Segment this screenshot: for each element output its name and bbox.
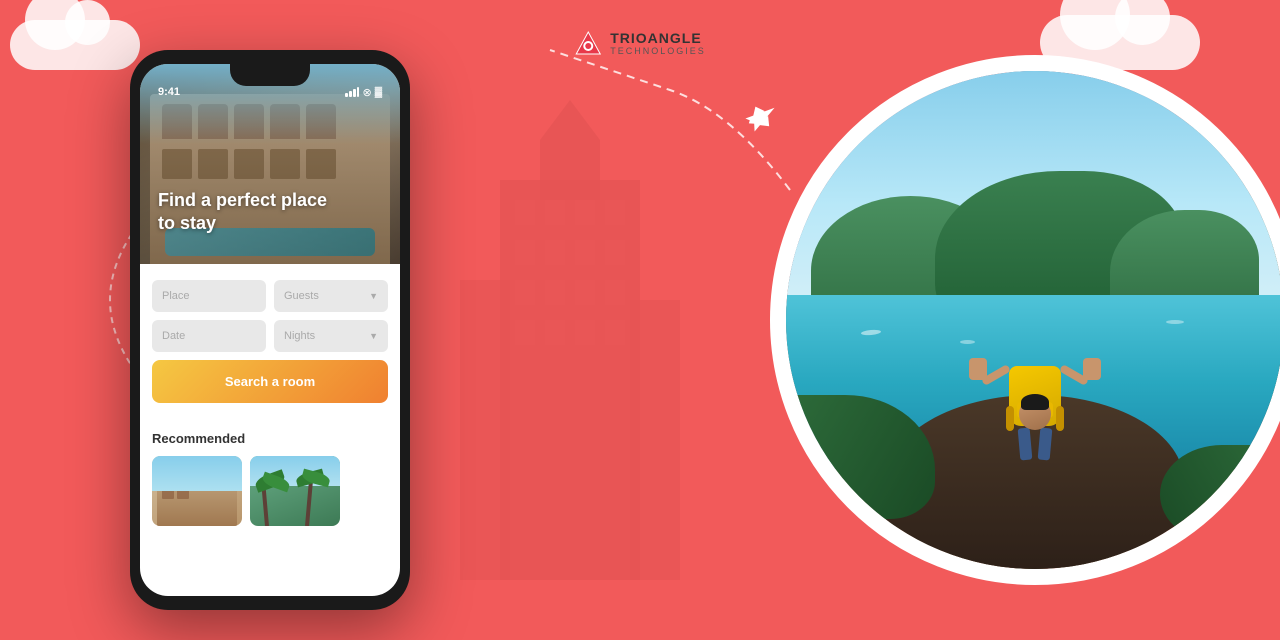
- phone-mockup: 9:41 ⊗ ▓: [130, 50, 410, 610]
- guests-arrow: ▼: [369, 291, 378, 301]
- status-bar: 9:41 ⊗ ▓: [158, 82, 382, 102]
- form-row-2: Date Nights ▼: [152, 320, 388, 352]
- travel-photo: [786, 71, 1280, 569]
- traveler-figure: [1009, 366, 1061, 430]
- place-label: Place: [162, 290, 190, 302]
- hero-line1: Find a perfect place: [158, 190, 327, 210]
- status-icons: ⊗ ▓: [345, 86, 382, 99]
- form-row-1: Place Guests ▼: [152, 280, 388, 312]
- guests-label: Guests: [284, 290, 319, 302]
- recommended-cards: [152, 456, 388, 526]
- recommended-section: Recommended: [140, 419, 400, 526]
- rec-card-1[interactable]: [152, 456, 242, 526]
- recommended-title: Recommended: [152, 431, 388, 446]
- logo-text: TRIOANGLE TECHNOLOGIES: [610, 31, 706, 56]
- guests-input[interactable]: Guests ▼: [274, 280, 388, 312]
- signal-icon: [345, 87, 359, 97]
- date-label: Date: [162, 330, 185, 342]
- phone-body: 9:41 ⊗ ▓: [130, 50, 410, 610]
- logo-area: TRIOANGLE TECHNOLOGIES: [574, 30, 706, 58]
- travel-photo-circle: [770, 55, 1280, 585]
- rec-card-2[interactable]: [250, 456, 340, 526]
- status-time: 9:41: [158, 86, 180, 98]
- logo-subtitle: TECHNOLOGIES: [610, 47, 706, 57]
- phone-screen: 9:41 ⊗ ▓: [140, 64, 400, 596]
- cloud-left: [10, 20, 140, 70]
- wifi-icon: ⊗: [362, 86, 371, 99]
- search-button[interactable]: Search a room: [152, 360, 388, 403]
- nights-label: Nights: [284, 330, 315, 342]
- nights-input[interactable]: Nights ▼: [274, 320, 388, 352]
- place-input[interactable]: Place: [152, 280, 266, 312]
- logo-name: TRIOANGLE: [610, 31, 706, 46]
- hero-line2: to stay: [158, 213, 216, 233]
- logo-icon: [574, 30, 602, 58]
- battery-icon: ▓: [375, 87, 382, 98]
- nights-arrow: ▼: [369, 331, 378, 341]
- search-form[interactable]: Place Guests ▼ Date Nights ▼: [140, 264, 400, 419]
- search-button-label: Search a room: [225, 374, 315, 389]
- hero-text: Find a perfect place to stay: [158, 189, 327, 234]
- date-input[interactable]: Date: [152, 320, 266, 352]
